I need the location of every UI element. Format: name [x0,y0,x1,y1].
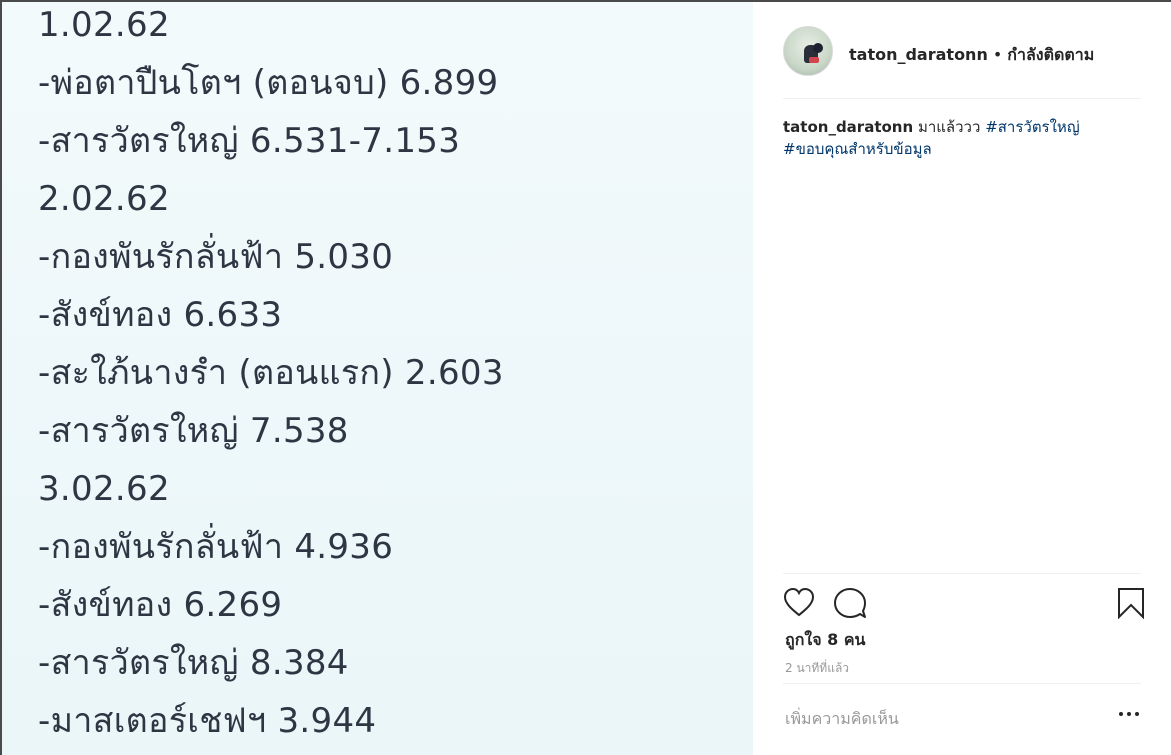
note-line: -สะใภ้นางรำ (ตอนแรก) 2.603 [38,353,504,393]
note-line: -พ่อตาปืนโตฯ (ตอนจบ) 6.899 [38,63,499,103]
divider [783,683,1141,684]
divider [783,573,1141,574]
more-dot [1135,712,1139,716]
comment-input[interactable]: เพิ่มความคิดเห็น [785,707,1085,732]
post-header: taton_daratonn • กำลังติดตาม [783,24,1141,99]
post-sidebar: taton_daratonn • กำลังติดตาม taton_daraton… [753,2,1171,755]
note-line: -สังข์ทอง 6.633 [38,295,283,335]
note-line: -กองพันรักลั่นฟ้า 5.030 [38,237,394,277]
note-line: 2.02.62 [38,179,170,219]
post-image[interactable]: 1.02.62 -พ่อตาปืนโตฯ (ตอนจบ) 6.899 -สารว… [2,2,753,755]
note-line: -สังข์ทอง 6.269 [38,585,283,625]
post-window: 1.02.62 -พ่อตาปืนโตฯ (ตอนจบ) 6.899 -สารว… [2,2,1171,755]
note-line: 3.02.62 [38,469,170,509]
note-text: 1.02.62 -พ่อตาปืนโตฯ (ตอนจบ) 6.899 -สารว… [38,2,504,750]
note-line: 1.02.62 [38,5,170,45]
timestamp[interactable]: 2 นาทีที่แล้ว [785,659,849,678]
note-line: -มาสเตอร์เชฟฯ 3.944 [38,701,377,741]
caption-text: มาแล้ววว [917,118,981,136]
heart-icon[interactable] [783,587,815,621]
hashtag-link[interactable]: #สารวัตรใหญ่ [985,118,1079,136]
following-button[interactable]: กำลังติดตาม [1007,45,1094,64]
caption: taton_daratonn มาแล้ววว #สารวัตรใหญ่ #ขอ… [783,116,1141,160]
username-link[interactable]: taton_daratonn [849,45,988,64]
bookmark-icon[interactable] [1117,587,1145,623]
more-icon[interactable] [1117,708,1141,720]
note-line: -สารวัตรใหญ่ 6.531-7.153 [38,121,461,161]
caption-username-link[interactable]: taton_daratonn [783,118,913,136]
hashtag-link[interactable]: #ขอบคุณสำหรับข้อมูล [783,140,932,158]
note-line: -สารวัตรใหญ่ 8.384 [38,643,349,683]
avatar[interactable] [783,26,833,76]
likes-count[interactable]: ถูกใจ 8 คน [785,628,865,653]
note-line: -กองพันรักลั่นฟ้า 4.936 [38,527,394,567]
avatar-figure [809,57,819,63]
more-dot [1119,712,1123,716]
comment-icon[interactable] [833,587,867,623]
more-dot [1127,712,1131,716]
avatar-figure [813,43,823,53]
separator-dot: • [992,45,1003,64]
note-line: -สารวัตรใหญ่ 7.538 [38,411,349,451]
username-row: taton_daratonn • กำลังติดตาม [849,43,1094,68]
